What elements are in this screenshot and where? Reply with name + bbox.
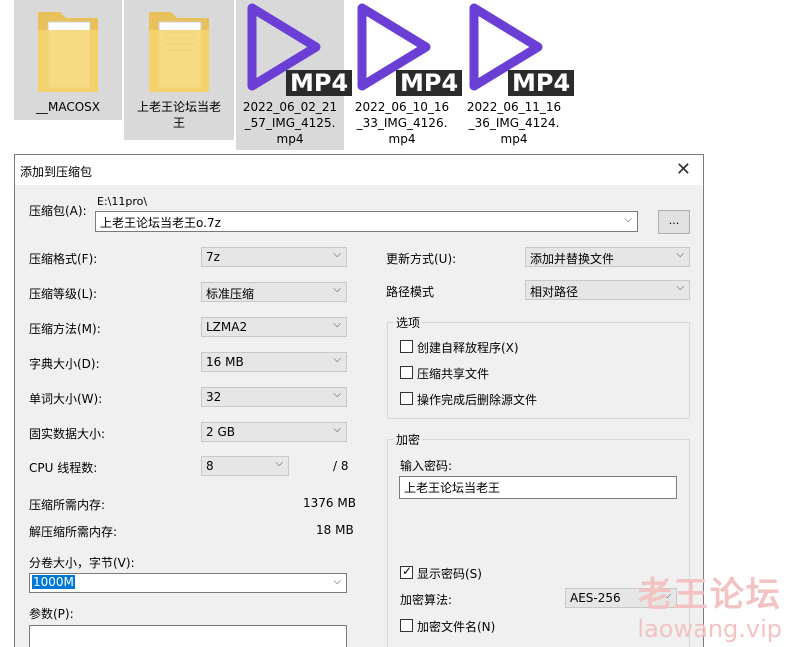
chevron-down-icon: ⌵ (333, 319, 341, 330)
close-icon[interactable]: ✕ (676, 159, 691, 180)
level-select[interactable]: 标准压缩 ⌵ (201, 282, 347, 302)
chevron-down-icon[interactable]: ⌵ (624, 214, 632, 225)
format-value: 7z (206, 250, 220, 264)
word-value: 32 (206, 390, 222, 404)
pathmode-value: 相对路径 (530, 285, 579, 299)
file-name-line1: 2022_06_10_16 (354, 100, 450, 114)
file-macosx[interactable]: __MACOSX (14, 0, 122, 120)
delete-label: 操作完成后删除源文件 (417, 393, 538, 407)
file-name-line1: 2022_06_02_21 (242, 100, 338, 114)
cpu-value: 8 (206, 459, 214, 473)
file-name-line3: mp4 (276, 132, 304, 146)
encrypt-names-checkbox[interactable] (400, 619, 413, 632)
chevron-down-icon: ⌵ (676, 249, 684, 260)
chevron-down-icon: ⌵ (333, 354, 341, 365)
format-select[interactable]: 7z ⌵ (201, 247, 347, 267)
mem-decomp-label: 解压缩所需内存: (29, 525, 118, 539)
dict-select[interactable]: 16 MB ⌵ (201, 352, 347, 372)
encrypt-names-label: 加密文件名(N) (417, 620, 496, 634)
level-value: 标准压缩 (206, 287, 255, 301)
mp4-badge: MP4 (396, 70, 463, 96)
pathmode-label: 路径模式 (386, 285, 435, 299)
chevron-down-icon: ⌵ (676, 282, 684, 293)
file-name-line2: _57_IMG_4125. (244, 116, 336, 130)
password-label: 输入密码: (400, 459, 453, 473)
chevron-down-icon: ⌵ (333, 284, 341, 295)
chevron-down-icon: ⌵ (275, 458, 283, 469)
split-size-input[interactable]: 1000M ⌵ (29, 573, 347, 593)
shared-checkbox[interactable] (400, 366, 413, 379)
solid-label: 固实数据大小: (29, 427, 106, 441)
dict-value: 16 MB (206, 355, 244, 369)
encrypt-title: 加密 (394, 431, 423, 448)
cpu-total: / 8 (333, 459, 349, 473)
archive-path: E:\11pro\ (97, 195, 148, 208)
title-bar[interactable]: 添加到压缩包 ✕ (15, 155, 703, 185)
word-select[interactable]: 32 ⌵ (201, 387, 347, 407)
method-value: LZMA2 (206, 320, 248, 334)
show-password-label: 显示密码(S) (417, 567, 482, 581)
enc-method-label: 加密算法: (400, 593, 453, 607)
level-label: 压缩等级(L): (29, 287, 98, 301)
mem-comp-value: 1376 MB (303, 496, 356, 510)
file-video-4125[interactable]: MP4 2022_06_02_21 _57_IMG_4125. mp4 (236, 0, 353, 150)
delete-checkbox[interactable] (400, 392, 413, 405)
file-name-line3: mp4 (388, 132, 416, 146)
file-name-line1: 2022_06_11_16 (466, 100, 562, 114)
update-value: 添加并替换文件 (530, 252, 615, 266)
split-size-value: 1000M (32, 575, 75, 589)
options-title: 选项 (394, 314, 423, 331)
file-name: __MACOSX (35, 100, 100, 114)
pathmode-select[interactable]: 相对路径 ⌵ (525, 280, 690, 300)
archive-name-value: 上老王论坛当老王o.7z (100, 216, 221, 230)
params-input[interactable] (29, 625, 347, 647)
chevron-down-icon[interactable]: ⌵ (333, 576, 341, 587)
file-video-4126[interactable]: MP4 2022_06_10_16 _33_IMG_4126. mp4 (348, 0, 463, 150)
mem-comp-label: 压缩所需内存: (29, 498, 106, 512)
browse-button[interactable]: ... (658, 210, 690, 234)
password-input[interactable]: 上老王论坛当老王 (399, 476, 677, 499)
file-name-line2: _36_IMG_4124. (468, 116, 560, 130)
folder-icon (38, 12, 98, 92)
split-label: 分卷大小，字节(V): (29, 556, 135, 570)
cpu-label: CPU 线程数: (29, 461, 98, 475)
sfx-label: 创建自释放程序(X) (417, 341, 519, 355)
file-name-line3: mp4 (500, 132, 528, 146)
dialog-title: 添加到压缩包 (20, 165, 93, 179)
params-label: 参数(P): (29, 607, 74, 621)
archive-name-input[interactable]: 上老王论坛当老王o.7z ⌵ (95, 211, 638, 232)
show-password-checkbox[interactable] (400, 564, 413, 579)
chevron-down-icon: ⌵ (333, 389, 341, 400)
enc-method-value: AES-256 (570, 591, 621, 605)
mem-decomp-value: 18 MB (316, 523, 354, 537)
chevron-down-icon: ⌵ (333, 424, 341, 435)
password-value: 上老王论坛当老王 (404, 481, 501, 495)
word-label: 单词大小(W): (29, 392, 103, 406)
mp4-badge: MP4 (286, 70, 353, 96)
format-label: 压缩格式(F): (29, 252, 98, 266)
watermark-line1: 老王论坛 (637, 575, 782, 615)
watermark-line2: laowang.vip (637, 615, 782, 643)
dict-label: 字典大小(D): (29, 357, 100, 371)
file-folder-laowang[interactable]: 上老王论坛当老 王 (124, 0, 234, 140)
solid-select[interactable]: 2 GB ⌵ (201, 422, 347, 442)
update-select[interactable]: 添加并替换文件 ⌵ (525, 247, 690, 267)
file-name-line2: _33_IMG_4126. (356, 116, 448, 130)
chevron-down-icon: ⌵ (333, 249, 341, 260)
add-to-archive-dialog: 添加到压缩包 ✕ 压缩包(A): E:\11pro\ 上老王论坛当老王o.7z … (14, 154, 704, 647)
watermark: 老王论坛 laowang.vip (637, 575, 782, 643)
mp4-badge: MP4 (508, 70, 575, 96)
file-video-4124[interactable]: MP4 2022_06_11_16 _36_IMG_4124. mp4 (460, 0, 575, 150)
method-select[interactable]: LZMA2 ⌵ (201, 317, 347, 337)
sfx-checkbox[interactable] (400, 340, 413, 353)
folder-icon (149, 12, 209, 92)
file-name-line2: 王 (172, 116, 185, 130)
shared-label: 压缩共享文件 (417, 367, 490, 381)
file-name-line1: 上老王论坛当老 (136, 100, 221, 114)
cpu-select[interactable]: 8 ⌵ (201, 456, 289, 476)
archive-label: 压缩包(A): (29, 204, 87, 218)
solid-value: 2 GB (206, 425, 235, 439)
update-label: 更新方式(U): (386, 252, 457, 266)
method-label: 压缩方法(M): (29, 322, 101, 336)
